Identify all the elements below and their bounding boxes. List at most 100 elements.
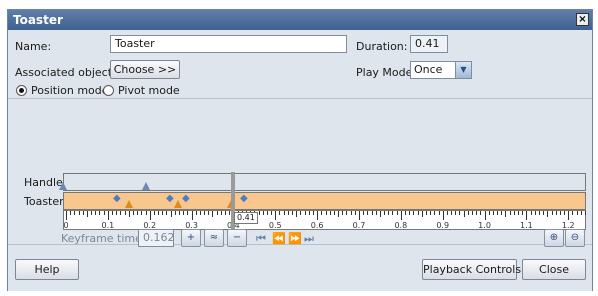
ruler-tick (585, 211, 586, 215)
ruler-tick (350, 211, 352, 215)
ruler-tick (141, 211, 143, 215)
close-button[interactable]: Close (522, 259, 586, 280)
play-mode-select[interactable]: Once ▼ (410, 61, 472, 79)
title-bar: Toaster × (8, 10, 592, 30)
ruler-tick (283, 211, 285, 215)
toaster-keyframe[interactable] (174, 200, 182, 208)
ruler-tick (179, 211, 180, 215)
ruler-tick (70, 211, 72, 215)
ruler-tick (275, 211, 277, 220)
ruler-tick (128, 211, 130, 217)
ruler-tick (463, 211, 465, 217)
toaster-keyframe[interactable] (125, 200, 133, 208)
pivot-mode-radio[interactable] (103, 85, 114, 96)
ruler-tick-label: 0.5 (268, 221, 282, 230)
zoom-in-icon[interactable]: ⊕ (544, 229, 564, 247)
help-button[interactable]: Help (15, 259, 79, 280)
ruler-tick-label: 0.9 (436, 221, 450, 230)
choose-button[interactable]: Choose >> (110, 60, 180, 79)
ruler-tick-label: 0.8 (394, 221, 408, 230)
ruler-tick (526, 211, 528, 220)
ruler-tick (371, 211, 373, 215)
name-input[interactable]: Toaster (110, 35, 347, 53)
ruler-tick (120, 211, 122, 215)
ruler-tick (501, 211, 503, 215)
skip-start-icon[interactable]: ⏮ (256, 232, 266, 246)
ruler-tick (375, 211, 377, 215)
ruler-tick (225, 211, 227, 215)
handle-keyframe[interactable] (142, 182, 150, 190)
ruler-tick-label: 1.0 (478, 221, 491, 230)
toaster-keyframe-diamond[interactable]: ◆ (240, 193, 248, 204)
ruler-tick (262, 211, 264, 215)
ruler-tick (354, 211, 356, 215)
ruler-tick (471, 211, 473, 215)
step-forward-icon[interactable]: ⏩ (288, 232, 302, 245)
ruler-tick (497, 211, 499, 215)
ruler-tick (204, 211, 206, 215)
ruler-tick (266, 211, 268, 215)
ruler-tick (442, 211, 444, 220)
ruler-tick (132, 211, 134, 215)
step-back-icon[interactable]: ⏪ (272, 232, 286, 245)
ruler-tick (488, 211, 490, 215)
ruler-tick (95, 211, 97, 215)
current-time-label: 0.41 (234, 212, 258, 224)
close-icon[interactable]: × (576, 13, 589, 26)
ruler-tick-label: 1.1 (520, 221, 533, 230)
keyframe-time-field[interactable]: 0.162 (138, 229, 175, 247)
ruler-tick (446, 211, 448, 215)
ruler-tick (405, 211, 407, 215)
ruler-tick (304, 211, 306, 215)
ruler-tick (187, 211, 189, 215)
toaster-keyframe-diamond[interactable]: ◆ (113, 193, 121, 204)
toaster-keyframe-diamond[interactable]: ◆ (182, 193, 190, 204)
ruler-tick (124, 211, 126, 215)
ruler-tick (425, 211, 427, 215)
ruler-tick (467, 211, 469, 215)
copy-keyframe-icon[interactable]: ≈ (204, 229, 224, 247)
ruler-tick (409, 211, 411, 215)
ruler-tick (367, 211, 369, 215)
ruler-tick (551, 211, 553, 215)
ruler-tick-label: 0.6 (310, 221, 324, 230)
ruler-tick (199, 211, 201, 215)
ruler-tick (480, 211, 482, 215)
ruler-tick (358, 211, 360, 220)
ruler-tick (400, 211, 402, 220)
ruler-tick (388, 211, 390, 215)
skip-end-icon[interactable]: ⏭ (304, 232, 314, 246)
ruler-tick (476, 211, 478, 215)
ruler-tick (547, 211, 549, 217)
ruler-tick (300, 211, 302, 215)
ruler-tick (568, 211, 570, 220)
window-title: Toaster (13, 13, 63, 27)
play-mode-value: Once (414, 63, 443, 76)
ruler-tick (312, 211, 314, 215)
zoom-out-icon[interactable]: ⊖ (565, 229, 585, 247)
add-keyframe-icon[interactable]: + (181, 229, 201, 247)
toaster-track[interactable] (63, 192, 586, 210)
handle-start-keyframe[interactable] (59, 182, 67, 190)
associated-objects-label: Associated objects: (15, 66, 122, 79)
delete-keyframe-icon[interactable]: − (227, 229, 247, 247)
keyframe-dialog: Toaster × Name: Toaster Duration: 0.41 A… (7, 9, 593, 291)
time-ruler[interactable]: 00.10.20.30.40.50.60.70.80.91.01.11.2 (63, 210, 586, 230)
ruler-tick-label: 0 (63, 221, 69, 230)
chevron-down-icon[interactable]: ▼ (455, 62, 471, 78)
ruler-tick (258, 211, 260, 215)
ruler-tick (91, 211, 93, 215)
position-mode-radio[interactable] (16, 85, 27, 96)
ruler-tick (74, 211, 76, 215)
ruler-tick (287, 211, 289, 215)
playback-controls-button[interactable]: Playback Controls (422, 259, 521, 280)
ruler-tick (78, 211, 80, 215)
ruler-tick (434, 211, 436, 215)
ruler-tick (543, 211, 545, 215)
ruler-tick (438, 211, 440, 215)
ruler-tick (392, 211, 394, 215)
ruler-tick (576, 211, 578, 215)
toaster-keyframe-diamond[interactable]: ◆ (166, 193, 174, 204)
timeline-panel: Handle Toaster ◆ ◆ ◆ ◆ 00.10.20.30.40.50… (8, 98, 592, 247)
ruler-tick (162, 211, 164, 215)
